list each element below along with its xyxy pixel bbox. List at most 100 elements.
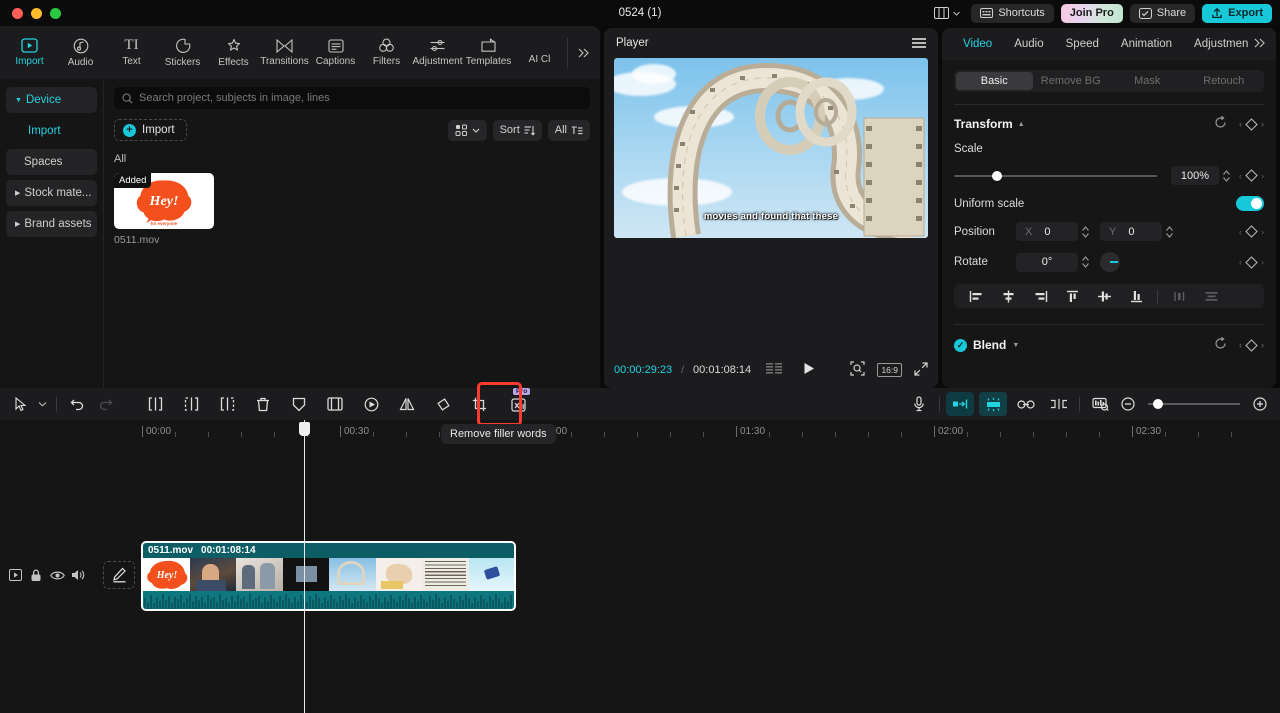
nav-item-transitions[interactable]: Transitions xyxy=(259,29,310,77)
subtab-mask[interactable]: Mask xyxy=(1109,72,1186,90)
tab-audio[interactable]: Audio xyxy=(1003,38,1054,50)
toggle-visibility-button[interactable] xyxy=(48,566,66,584)
zoom-out-button[interactable] xyxy=(1114,392,1142,416)
timeline-zoom-slider[interactable] xyxy=(1148,397,1240,411)
maximize-window-button[interactable] xyxy=(50,7,61,19)
aspect-ratio-button[interactable]: 16:9 xyxy=(877,363,902,377)
nav-more-button[interactable] xyxy=(570,47,596,59)
sidebar-item-import[interactable]: Import xyxy=(6,118,97,144)
fit-timeline-button[interactable] xyxy=(1086,392,1114,416)
keyframe-diamond-icon[interactable] xyxy=(1245,117,1258,131)
nav-item-import[interactable]: Import xyxy=(4,29,55,77)
search-input[interactable]: Search project, subjects in image, lines xyxy=(139,92,330,104)
sidebar-item-spaces[interactable]: Spaces xyxy=(6,149,97,175)
media-thumbnail[interactable]: Added Hey! hi! everyone xyxy=(114,173,214,229)
scale-slider[interactable] xyxy=(954,168,1157,184)
position-y-field[interactable]: Y 0 xyxy=(1100,222,1162,241)
crop-button[interactable] xyxy=(465,392,493,416)
timeline-ruler[interactable]: 00:00 00:30 01:00 01:30 02:00 02:30 xyxy=(104,420,1280,446)
sidebar-item-stock-materials[interactable]: ▶ Stock mate... xyxy=(6,180,97,206)
trim-left-button[interactable] xyxy=(177,392,205,416)
nav-item-adjustment[interactable]: Adjustment xyxy=(412,29,463,77)
distribute-vertical-button[interactable] xyxy=(1195,285,1227,307)
sort-button[interactable]: Sort xyxy=(492,119,542,141)
join-pro-button[interactable]: Join Pro xyxy=(1060,3,1123,23)
align-middle-v-button[interactable] xyxy=(1088,285,1120,307)
redo-button[interactable] xyxy=(91,392,119,416)
keyframe-prev-icon[interactable]: ‹ xyxy=(1239,119,1242,129)
mirror-button[interactable] xyxy=(393,392,421,416)
keyframe-diamond-icon[interactable] xyxy=(1245,225,1258,238)
keyframe-prev-icon[interactable]: ‹ xyxy=(1239,171,1242,181)
tab-animation[interactable]: Animation xyxy=(1110,38,1183,50)
fullscreen-button[interactable] xyxy=(914,361,928,379)
lock-track-button[interactable] xyxy=(27,566,45,584)
nav-item-filters[interactable]: Filters xyxy=(361,29,412,77)
play-button[interactable] xyxy=(803,362,815,378)
nav-item-ai-clip[interactable]: AI Cl xyxy=(514,29,565,77)
keyframe-next-icon[interactable]: › xyxy=(1261,257,1264,267)
close-window-button[interactable] xyxy=(12,7,23,19)
rotate-button[interactable] xyxy=(429,392,457,416)
delete-button[interactable] xyxy=(249,392,277,416)
keyframe-diamond-icon[interactable] xyxy=(1245,169,1258,182)
sidebar-item-brand-assets[interactable]: ▶ Brand assets xyxy=(6,211,97,237)
auto-cut-button[interactable] xyxy=(979,392,1007,416)
position-x-field[interactable]: X 0 xyxy=(1016,222,1078,241)
link-button[interactable] xyxy=(1012,392,1040,416)
nav-item-captions[interactable]: Captions xyxy=(310,29,361,77)
nav-item-stickers[interactable]: Stickers xyxy=(157,29,208,77)
player-menu-button[interactable] xyxy=(912,38,926,48)
keyframe-next-icon[interactable]: › xyxy=(1261,227,1264,237)
zoom-in-button[interactable] xyxy=(1246,392,1274,416)
align-right-button[interactable] xyxy=(1024,285,1056,307)
nav-item-effects[interactable]: Effects xyxy=(208,29,259,77)
tool-options-button[interactable] xyxy=(34,392,50,416)
tab-speed[interactable]: Speed xyxy=(1055,38,1110,50)
rotate-value-field[interactable]: 0° xyxy=(1016,252,1078,272)
tab-adjustment[interactable]: Adjustmen xyxy=(1183,38,1251,50)
keyframe-next-icon[interactable]: › xyxy=(1261,340,1264,350)
scale-keyframe-controls[interactable]: ‹ › xyxy=(1239,169,1264,182)
split-button[interactable] xyxy=(141,392,169,416)
blend-reset-button[interactable] xyxy=(1214,336,1227,353)
blend-checkbox[interactable]: ✓ xyxy=(954,338,967,352)
rotate-keyframe-controls[interactable]: ‹ › xyxy=(1239,255,1264,269)
subtab-basic[interactable]: Basic xyxy=(956,72,1033,90)
detach-button[interactable] xyxy=(1045,392,1073,416)
keyframe-next-icon[interactable]: › xyxy=(1261,171,1264,181)
tab-video[interactable]: Video xyxy=(952,38,1003,50)
player-canvas[interactable]: movies and found that these xyxy=(614,58,928,238)
position-keyframe-controls[interactable]: ‹ › xyxy=(1239,225,1264,238)
uniform-scale-toggle[interactable] xyxy=(1236,196,1264,211)
position-x-stepper[interactable] xyxy=(1081,225,1090,239)
subtab-retouch[interactable]: Retouch xyxy=(1186,72,1263,90)
align-left-button[interactable] xyxy=(960,285,992,307)
undo-button[interactable] xyxy=(63,392,91,416)
blend-keyframe-controls[interactable]: ‹ › xyxy=(1239,338,1264,352)
select-tool-button[interactable] xyxy=(6,392,34,416)
transform-keyframe-controls[interactable]: ‹ › xyxy=(1239,117,1264,131)
remove-filler-words-button[interactable]: Pro xyxy=(505,388,533,416)
record-voiceover-button[interactable] xyxy=(905,392,933,416)
nav-item-templates[interactable]: Templates xyxy=(463,29,514,77)
align-top-button[interactable] xyxy=(1056,285,1088,307)
import-media-button[interactable]: + Import xyxy=(114,119,187,141)
speed-button[interactable] xyxy=(357,392,385,416)
playhead[interactable] xyxy=(299,420,310,713)
snapshot-button[interactable] xyxy=(850,361,866,379)
nav-item-text[interactable]: TI Text xyxy=(106,29,157,77)
media-card[interactable]: Added Hey! hi! everyone 0511.mov xyxy=(114,173,214,246)
layout-switcher-button[interactable] xyxy=(934,7,961,19)
mute-track-button[interactable] xyxy=(69,566,87,584)
playhead-handle[interactable] xyxy=(299,422,310,436)
inspector-more-tabs-button[interactable] xyxy=(1253,37,1266,52)
align-bottom-button[interactable] xyxy=(1120,285,1152,307)
scale-stepper[interactable] xyxy=(1222,169,1231,183)
position-y-stepper[interactable] xyxy=(1165,225,1174,239)
nav-item-audio[interactable]: Audio xyxy=(55,29,106,77)
edit-track-button[interactable] xyxy=(103,561,135,589)
export-button[interactable]: Export xyxy=(1202,3,1272,23)
align-center-h-button[interactable] xyxy=(992,285,1024,307)
timeline-clip[interactable]: 0511.mov 00:01:08:14 Hey! xyxy=(141,541,516,611)
